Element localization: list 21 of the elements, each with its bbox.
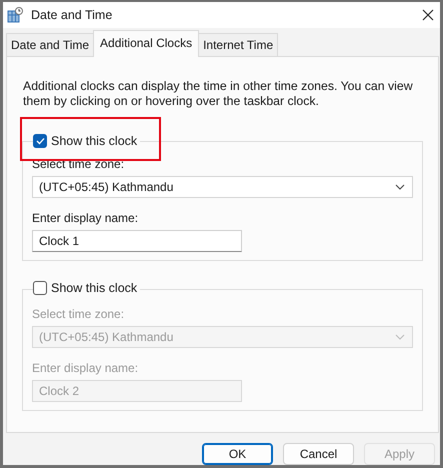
tab[interactable]: Date and Time <box>6 33 94 56</box>
field-label: Select time zone: <box>32 306 126 322</box>
description-text: Additional clocks can display the time in other time zones. You can view them by clicking on or hovering over the taskbar clock. <box>22 79 414 109</box>
check-icon <box>36 137 44 145</box>
checkbox-label[interactable]: Show this clock <box>51 282 138 294</box>
dialog-button[interactable]: Cancel <box>283 443 354 465</box>
checkbox[interactable] <box>33 281 47 295</box>
chevron-icon <box>395 334 405 340</box>
close-icon[interactable] <box>422 9 434 21</box>
checkbox-label[interactable]: Show this clock <box>51 134 138 148</box>
chevron-icon <box>395 184 405 190</box>
tab[interactable]: Internet Time <box>198 33 278 56</box>
timezone-dropdown[interactable]: (UTC+05:45) Kathmandu <box>32 176 413 198</box>
display-name-field[interactable]: Clock 1 <box>32 230 242 252</box>
tab[interactable]: Additional Clocks <box>93 30 200 57</box>
field-label: Enter display name: <box>32 210 140 227</box>
calendar-clock-icon <box>7 7 23 23</box>
dialog-button[interactable]: OK <box>202 443 273 465</box>
checkbox[interactable] <box>33 134 47 148</box>
window-title: Date and Time <box>31 6 114 24</box>
field-label: Enter display name: <box>32 360 140 376</box>
